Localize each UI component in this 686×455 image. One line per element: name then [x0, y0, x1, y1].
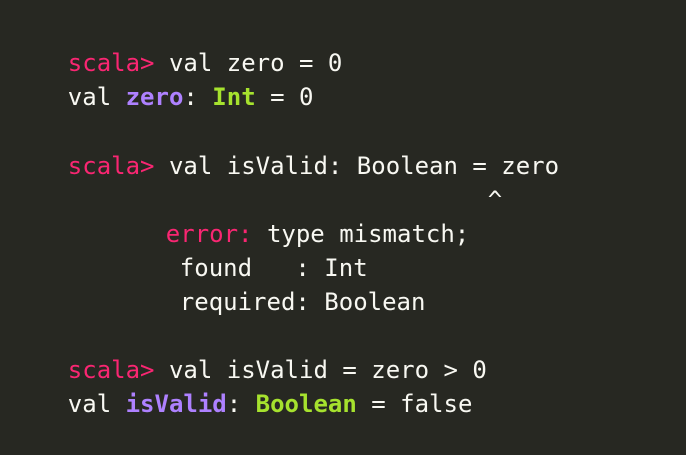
- identifier: isValid: [125, 390, 227, 418]
- type-name: Boolean: [255, 390, 357, 418]
- repl-input-line: scala> val isValid: Boolean = zero: [10, 115, 559, 180]
- repl-prompt: scala>: [67, 152, 155, 180]
- repl-output-line: val isValid: Boolean = false: [10, 353, 473, 418]
- keyword: val: [67, 390, 126, 418]
- type-name: Int: [212, 83, 256, 111]
- error-detail-required: required: Boolean: [122, 251, 426, 316]
- repl-input-line: scala> val zero = 0: [10, 12, 343, 77]
- result-value: = 0: [255, 83, 314, 111]
- repl-input-line: scala> val isValid = zero > 0: [10, 319, 487, 384]
- keyword: val: [67, 83, 126, 111]
- error-detail-found: found : Int: [122, 217, 368, 282]
- error-line: error: type mismatch;: [108, 183, 469, 248]
- result-value: = false: [356, 390, 473, 418]
- caret-marker: ^: [487, 186, 503, 214]
- detail-text: required: Boolean: [179, 288, 426, 316]
- terminal-window[interactable]: scala> val zero = 0 val zero: Int = 0 sc…: [0, 0, 686, 418]
- error-caret: ^: [430, 149, 502, 214]
- repl-output-line: val zero: Int = 0: [10, 46, 314, 111]
- separator: :: [183, 83, 213, 111]
- identifier: zero: [125, 83, 184, 111]
- separator: :: [226, 390, 256, 418]
